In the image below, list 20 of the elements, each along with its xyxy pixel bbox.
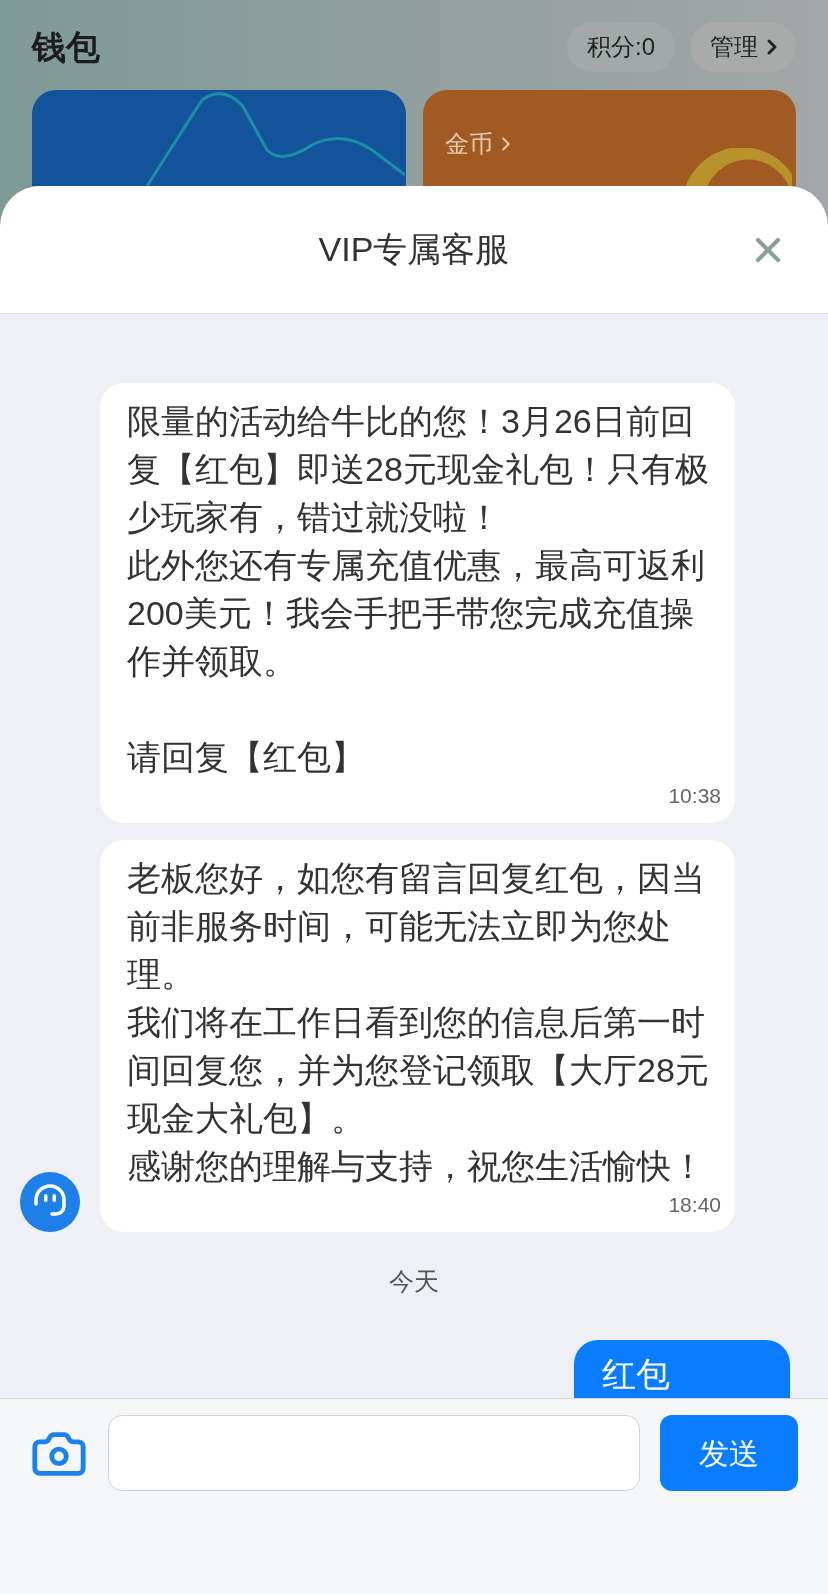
points-pill[interactable]: 积分:0 xyxy=(567,22,675,72)
wallet-card[interactable]: 金币 xyxy=(422,90,796,186)
message-text: 限量的活动给牛比的您！3月26日前回复【红包】即送28元现金礼包！只有极少玩家有，错过就没啦！ xyxy=(127,400,710,538)
message-time: 10:38 xyxy=(668,782,721,809)
sheet-title: VIP专属客服 xyxy=(318,229,510,270)
message-text: 红包 xyxy=(602,1355,670,1393)
message-text: 请回复【红包】 xyxy=(127,736,366,778)
card-label: 金币 xyxy=(444,129,493,159)
message-input[interactable] xyxy=(108,1415,640,1491)
message-time: 18:40 xyxy=(668,1191,721,1218)
support-agent-icon xyxy=(20,1171,80,1232)
manage-button[interactable]: 管理 xyxy=(690,22,796,72)
message-text: 感谢您的理解与支持，祝您生活愉快！ xyxy=(127,1145,706,1187)
message-text: 老板您好，如您有留言回复红包，因当前非服务时间，可能无法立即为您处理。 xyxy=(127,857,706,995)
message-text: 此外您还有专属充值优惠，最高可返利200美元！我会手把手带您完成充值操作并领取。 xyxy=(127,544,706,682)
send-button[interactable]: 发送 xyxy=(660,1415,798,1491)
wallet-card[interactable] xyxy=(32,90,406,186)
page-title: 钱包 xyxy=(32,26,100,68)
date-divider: 今天 xyxy=(389,1265,439,1297)
message-text: 我们将在工作日看到您的信息后第一时间回复您，并为您登记领取【大厅28元现金大礼包】。 xyxy=(127,1001,710,1139)
